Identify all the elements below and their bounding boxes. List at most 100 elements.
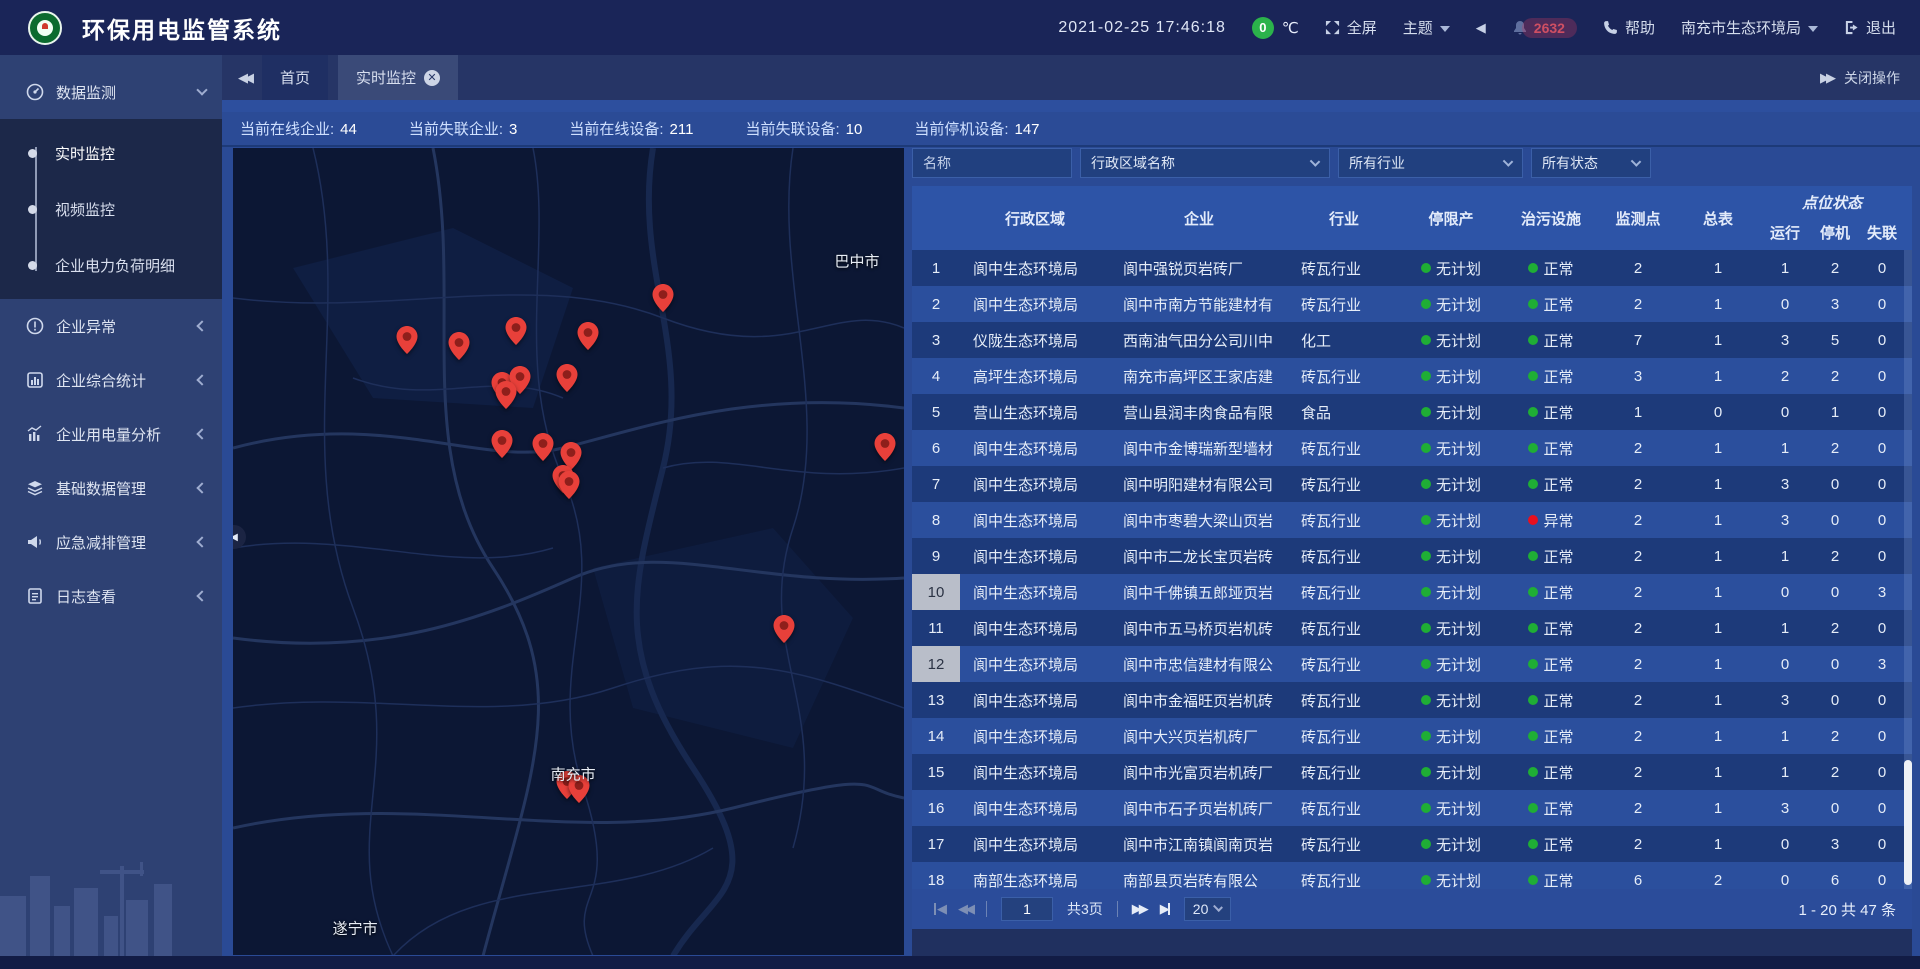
next-page-button[interactable]: ▶▶ <box>1132 901 1146 917</box>
last-page-button[interactable]: ▶ <box>1160 901 1170 917</box>
table-row[interactable]: 13阆中生态环境局阆中市金福旺页岩机砖砖瓦行业无计划正常21300 <box>912 682 1912 718</box>
notifications-button[interactable]: 2632 <box>1512 18 1577 38</box>
cell-halt: 0 <box>1810 502 1860 538</box>
cell-meters: 1 <box>1676 466 1760 502</box>
cell-region: 高坪生态环境局 <box>960 358 1110 394</box>
status-dot-green-icon <box>1528 803 1538 813</box>
cell-industry: 砖瓦行业 <box>1288 286 1400 322</box>
table-row[interactable]: 5营山生态环境局营山县润丰肉食品有限食品无计划正常10010 <box>912 394 1912 430</box>
page-size-select[interactable]: 20 <box>1184 897 1232 921</box>
cell-industry: 砖瓦行业 <box>1288 538 1400 574</box>
cell-enterprise: 阆中市二龙长宝页岩砖 <box>1110 538 1288 574</box>
status-dot-green-icon <box>1528 299 1538 309</box>
help-button[interactable]: 帮助 <box>1603 17 1655 38</box>
table-row[interactable]: 14阆中生态环境局阆中大兴页岩机砖厂砖瓦行业无计划正常21120 <box>912 718 1912 754</box>
scrollbar-thumb[interactable] <box>1904 760 1912 885</box>
sidebar-item-视频监控[interactable]: 视频监控 <box>0 181 222 237</box>
table-row[interactable]: 17阆中生态环境局阆中市江南镇阆南页岩砖瓦行业无计划正常21030 <box>912 826 1912 862</box>
cell-facility: 正常 <box>1502 538 1600 574</box>
industry-filter-select[interactable]: 所有行业 <box>1338 148 1523 178</box>
prev-page-button[interactable]: ◀◀ <box>958 901 972 917</box>
sidebar-group-1[interactable]: 企业异常 <box>0 299 222 353</box>
table-row[interactable]: 18南部生态环境局南部县页岩砖有限公砖瓦行业无计划正常62060 <box>912 862 1912 889</box>
tab-realtime-monitoring[interactable]: 实时监控 ✕ <box>338 55 458 100</box>
sidebar-group-2[interactable]: 企业综合统计 <box>0 353 222 407</box>
tab-close-icon[interactable]: ✕ <box>424 70 440 86</box>
table-row[interactable]: 3仪陇生态环境局西南油气田分公司川中化工无计划正常71350 <box>912 322 1912 358</box>
table-row[interactable]: 8阆中生态环境局阆中市枣碧大梁山页岩砖瓦行业无计划异常21300 <box>912 502 1912 538</box>
table-row[interactable]: 7阆中生态环境局阆中明阳建材有限公司砖瓦行业无计划正常21300 <box>912 466 1912 502</box>
cell-meters: 1 <box>1676 358 1760 394</box>
col-index <box>912 186 960 250</box>
sidebar-group-5[interactable]: 应急减排管理 <box>0 515 222 569</box>
page-number-input[interactable] <box>1001 897 1053 921</box>
map-pin-icon[interactable] <box>875 433 896 466</box>
cell-run: 1 <box>1760 610 1810 646</box>
theme-dropdown[interactable]: 主题 <box>1403 17 1450 38</box>
map-pin-icon[interactable] <box>396 326 417 359</box>
map-pin-icon[interactable] <box>653 284 674 317</box>
table-row[interactable]: 10阆中生态环境局阆中千佛镇五郎垭页岩砖瓦行业无计划正常21003 <box>912 574 1912 610</box>
first-page-button[interactable]: ◀ <box>934 901 944 917</box>
tabs-scroll-left-icon[interactable]: ◀◀ <box>236 70 252 86</box>
cell-facility: 正常 <box>1502 394 1600 430</box>
cell-index: 4 <box>912 358 960 394</box>
cell-stop: 无计划 <box>1400 394 1502 430</box>
stat-label: 当前失联设备: <box>745 121 839 138</box>
tabs-scroll-right-icon[interactable]: ▶▶ <box>1818 70 1834 86</box>
map-pin-icon[interactable] <box>557 364 578 397</box>
table-row[interactable]: 16阆中生态环境局阆中市石子页岩机砖厂砖瓦行业无计划正常21300 <box>912 790 1912 826</box>
status-dot-green-icon <box>1528 407 1538 417</box>
sidebar-group-label: 基础数据管理 <box>56 478 198 499</box>
sidebar-item-企业电力负荷明细[interactable]: 企业电力负荷明细 <box>0 237 222 293</box>
table-row[interactable]: 1阆中生态环境局阆中强锐页岩砖厂砖瓦行业无计划正常21120 <box>912 250 1912 286</box>
sidebar-item-label: 实时监控 <box>55 143 115 164</box>
cell-lost: 0 <box>1860 790 1904 826</box>
status-dot-green-icon <box>1421 371 1431 381</box>
table-row[interactable]: 11阆中生态环境局阆中市五马桥页岩机砖砖瓦行业无计划正常21120 <box>912 610 1912 646</box>
temperature-value: 0 <box>1252 17 1274 39</box>
cell-facility: 正常 <box>1502 790 1600 826</box>
map-pin-icon[interactable] <box>773 615 794 648</box>
status-filter-select[interactable]: 所有状态 <box>1531 148 1651 178</box>
speaker-icon[interactable]: ◀ <box>1476 20 1486 36</box>
cell-index: 10 <box>912 574 960 610</box>
cell-meters: 1 <box>1676 430 1760 466</box>
name-filter-input[interactable] <box>912 148 1072 178</box>
table-row[interactable]: 15阆中生态环境局阆中市光富页岩机砖厂砖瓦行业无计划正常21120 <box>912 754 1912 790</box>
logout-button[interactable]: 退出 <box>1844 17 1896 38</box>
chevron-left-icon <box>196 320 207 331</box>
cell-facility: 正常 <box>1502 286 1600 322</box>
close-operations-button[interactable]: 关闭操作 <box>1844 68 1906 88</box>
sidebar-group-4[interactable]: 基础数据管理 <box>0 461 222 515</box>
map-pin-icon[interactable] <box>577 322 598 355</box>
table-scrollbar[interactable] <box>1904 250 1912 889</box>
map-canvas[interactable]: ◀ 巴中市南充市遂宁市 <box>233 148 904 955</box>
col-facility: 治污设施 <box>1502 186 1600 250</box>
cell-index: 16 <box>912 790 960 826</box>
map-pin-icon[interactable] <box>533 433 554 466</box>
map-pin-icon[interactable] <box>506 317 527 350</box>
cell-meters: 1 <box>1676 250 1760 286</box>
sidebar-group-6[interactable]: 日志查看 <box>0 569 222 623</box>
cell-halt: 6 <box>1810 862 1860 889</box>
table-row[interactable]: 2阆中生态环境局阆中市南方节能建材有砖瓦行业无计划正常21030 <box>912 286 1912 322</box>
region-filter-select[interactable]: 行政区域名称 <box>1080 148 1330 178</box>
fullscreen-button[interactable]: 全屏 <box>1325 17 1377 38</box>
sidebar-item-实时监控[interactable]: 实时监控 <box>0 125 222 181</box>
table-row[interactable]: 12阆中生态环境局阆中市忠信建材有限公砖瓦行业无计划正常21003 <box>912 646 1912 682</box>
map-pin-icon[interactable] <box>559 471 580 504</box>
table-row[interactable]: 9阆中生态环境局阆中市二龙长宝页岩砖砖瓦行业无计划正常21120 <box>912 538 1912 574</box>
map-pin-icon[interactable] <box>449 332 470 365</box>
status-dot-green-icon <box>1528 731 1538 741</box>
map-pin-icon[interactable] <box>496 381 517 414</box>
table-row[interactable]: 4高坪生态环境局南充市高坪区王家店建砖瓦行业无计划正常31220 <box>912 358 1912 394</box>
map-pin-icon[interactable] <box>492 430 513 463</box>
cell-enterprise: 阆中明阳建材有限公司 <box>1110 466 1288 502</box>
sidebar-group-3[interactable]: 企业用电量分析 <box>0 407 222 461</box>
sidebar-group-0[interactable]: 数据监测 <box>0 65 222 119</box>
org-dropdown[interactable]: 南充市生态环境局 <box>1681 17 1818 38</box>
cell-halt: 0 <box>1810 682 1860 718</box>
tab-home[interactable]: 首页 <box>262 55 328 100</box>
table-row[interactable]: 6阆中生态环境局阆中市金博瑞新型墙材砖瓦行业无计划正常21120 <box>912 430 1912 466</box>
